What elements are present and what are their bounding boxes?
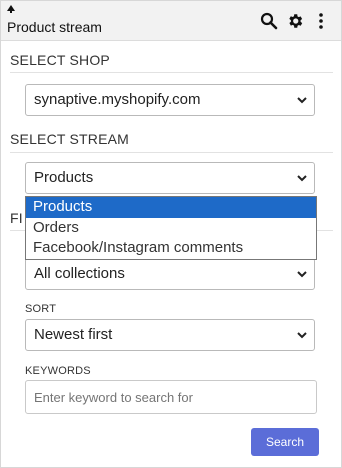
chevron-down-icon bbox=[297, 97, 307, 104]
shop-select[interactable]: synaptive.myshopify.com bbox=[25, 84, 315, 116]
keywords-label: KEYWORDS bbox=[25, 365, 91, 377]
stream-dropdown-list: Products Orders Facebook/Instagram comme… bbox=[25, 196, 317, 260]
divider bbox=[10, 72, 333, 73]
header-bar: Product stream bbox=[1, 1, 341, 41]
search-button[interactable]: Search bbox=[251, 428, 319, 456]
divider bbox=[10, 152, 333, 153]
dropdown-option-orders[interactable]: Orders bbox=[26, 218, 316, 239]
sort-label: SORT bbox=[25, 303, 57, 315]
dropdown-option-products[interactable]: Products bbox=[26, 197, 316, 218]
sort-select[interactable]: Newest first bbox=[25, 319, 315, 351]
gear-icon[interactable] bbox=[286, 12, 304, 30]
chevron-down-icon bbox=[297, 175, 307, 182]
up-arrow-icon[interactable] bbox=[7, 5, 15, 13]
stream-select-value: Products bbox=[34, 169, 94, 186]
dropdown-option-facebook-instagram-comments[interactable]: Facebook/Instagram comments bbox=[26, 238, 316, 259]
page-title: Product stream bbox=[7, 19, 102, 35]
collection-select-value: All collections bbox=[34, 265, 125, 282]
sort-select-value: Newest first bbox=[34, 326, 113, 343]
collection-select[interactable]: All collections bbox=[25, 258, 315, 290]
filter-heading: FI bbox=[10, 210, 23, 226]
select-shop-heading: SELECT SHOP bbox=[10, 52, 110, 68]
chevron-down-icon bbox=[297, 271, 307, 278]
stream-select[interactable]: Products bbox=[25, 162, 315, 194]
keywords-input[interactable] bbox=[25, 380, 317, 414]
search-icon[interactable] bbox=[260, 12, 278, 30]
more-vert-icon[interactable] bbox=[316, 12, 326, 30]
chevron-down-icon bbox=[297, 332, 307, 339]
select-stream-heading: SELECT STREAM bbox=[10, 131, 130, 147]
shop-select-value: synaptive.myshopify.com bbox=[34, 91, 201, 108]
panel: Product stream SELECT SHOP synaptive.mys… bbox=[0, 0, 342, 468]
